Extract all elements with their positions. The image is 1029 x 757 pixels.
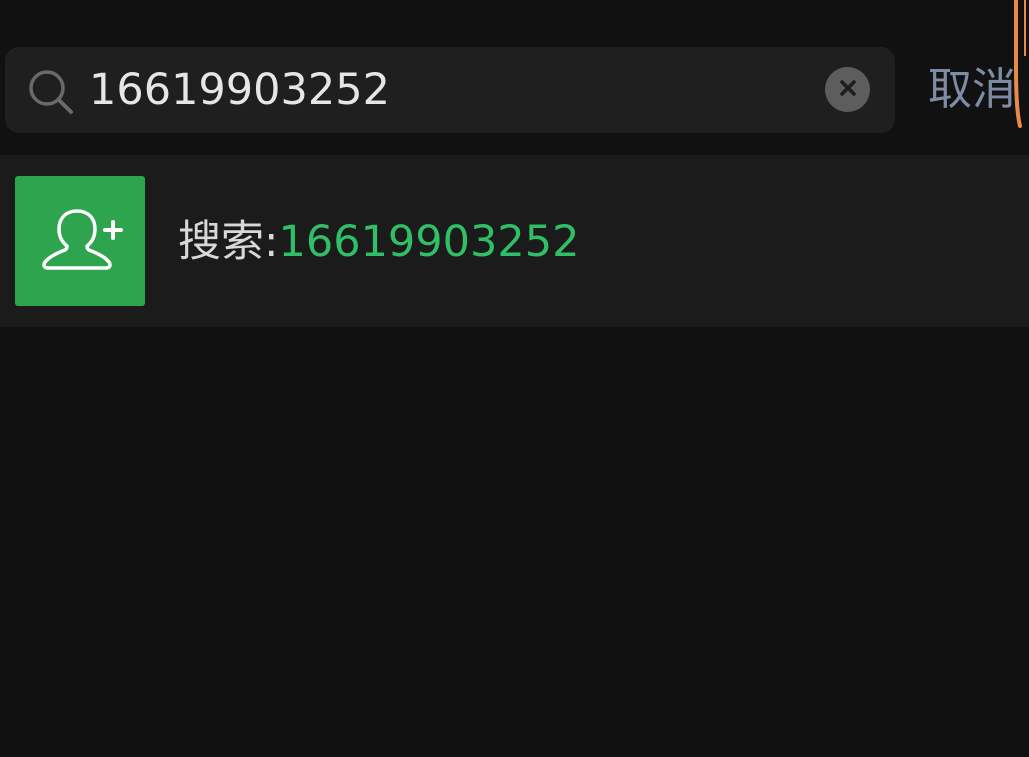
- search-box[interactable]: [5, 47, 895, 133]
- search-input[interactable]: [89, 57, 809, 123]
- add-friend-icon: [37, 205, 123, 277]
- scroll-edge-marker: [1014, 0, 1026, 128]
- result-prefix: 搜索:: [178, 217, 279, 267]
- result-query: 16619903252: [278, 217, 580, 267]
- cancel-button[interactable]: 取消: [928, 59, 1016, 121]
- search-icon: [27, 68, 75, 116]
- clear-button[interactable]: [825, 67, 870, 112]
- search-result-row[interactable]: 搜索:16619903252: [0, 155, 1029, 327]
- search-result-text: 搜索:16619903252: [178, 210, 579, 274]
- add-friend-tile: [15, 176, 145, 306]
- search-screen: 取消 搜索:16619903252: [0, 0, 1029, 757]
- search-bar: 取消: [0, 0, 1029, 150]
- clear-icon: [838, 78, 858, 102]
